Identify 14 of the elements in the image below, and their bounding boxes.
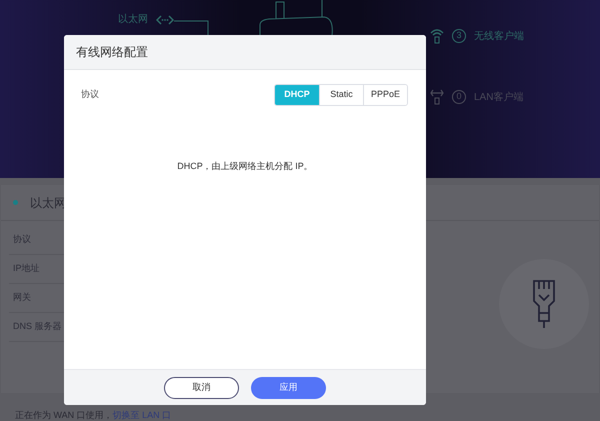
ethernet-label: 以太网	[118, 12, 148, 27]
protocol-description: DHCP，由上级网络主机分配 IP。	[176, 160, 314, 173]
dialog-title: 有线网络配置	[76, 44, 148, 61]
wireless-clients-label: 无线客户端	[474, 30, 524, 44]
cancel-button[interactable]: 取消	[164, 376, 239, 398]
ethernet-plug-icon	[532, 279, 556, 329]
lan-count: 0	[452, 90, 466, 104]
apply-button[interactable]: 应用	[251, 376, 326, 398]
lan-port-icon	[430, 89, 444, 105]
wifi-router-icon	[430, 28, 444, 44]
ethernet-arrows-icon	[156, 14, 174, 24]
protocol-tab[interactable]: PPPoE	[363, 85, 407, 105]
wireless-count: 3	[452, 29, 466, 43]
protocol-label: 协议	[81, 88, 99, 102]
